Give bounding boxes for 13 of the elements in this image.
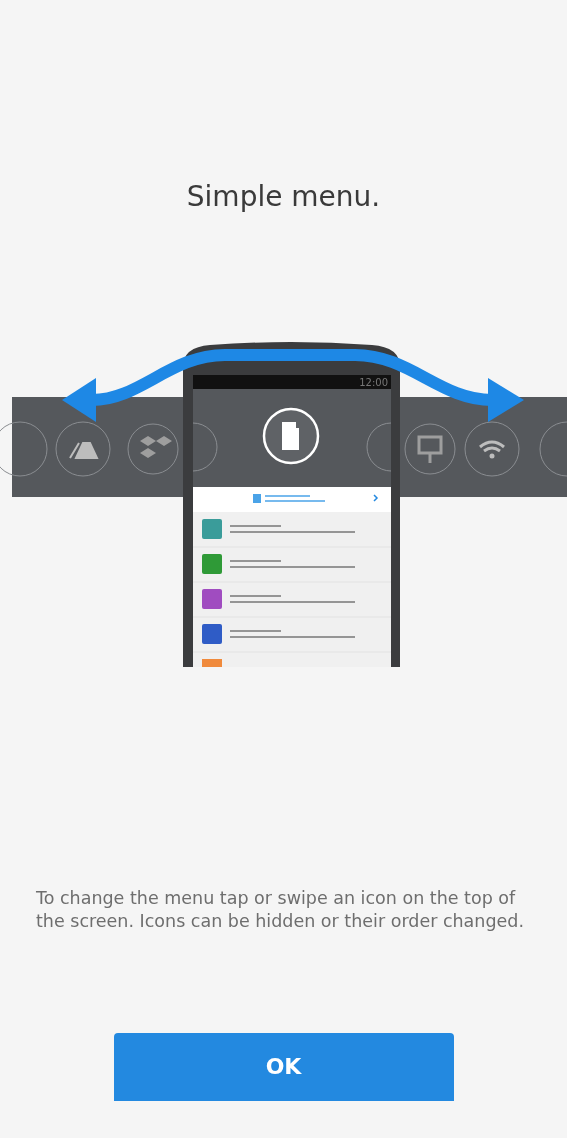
placeholder-line (229, 524, 282, 527)
double-arrow-icon (62, 348, 524, 422)
placeholder-line (229, 559, 282, 562)
boxes-icon[interactable] (127, 423, 179, 475)
placeholder-line (229, 594, 282, 597)
document-icon[interactable] (262, 407, 320, 464)
monitor-icon[interactable] (404, 423, 456, 475)
wifi-icon[interactable] (464, 421, 520, 477)
placeholder-line (229, 629, 282, 632)
screen-title: Simple menu. (185, 180, 382, 214)
ok-button[interactable]: OK (113, 1032, 454, 1101)
status-time: 12:00 (359, 376, 388, 388)
instruction-text: To change the menu tap or swipe an icon on the top of the screen. Icons can be hidden or their order changed. (36, 886, 525, 933)
